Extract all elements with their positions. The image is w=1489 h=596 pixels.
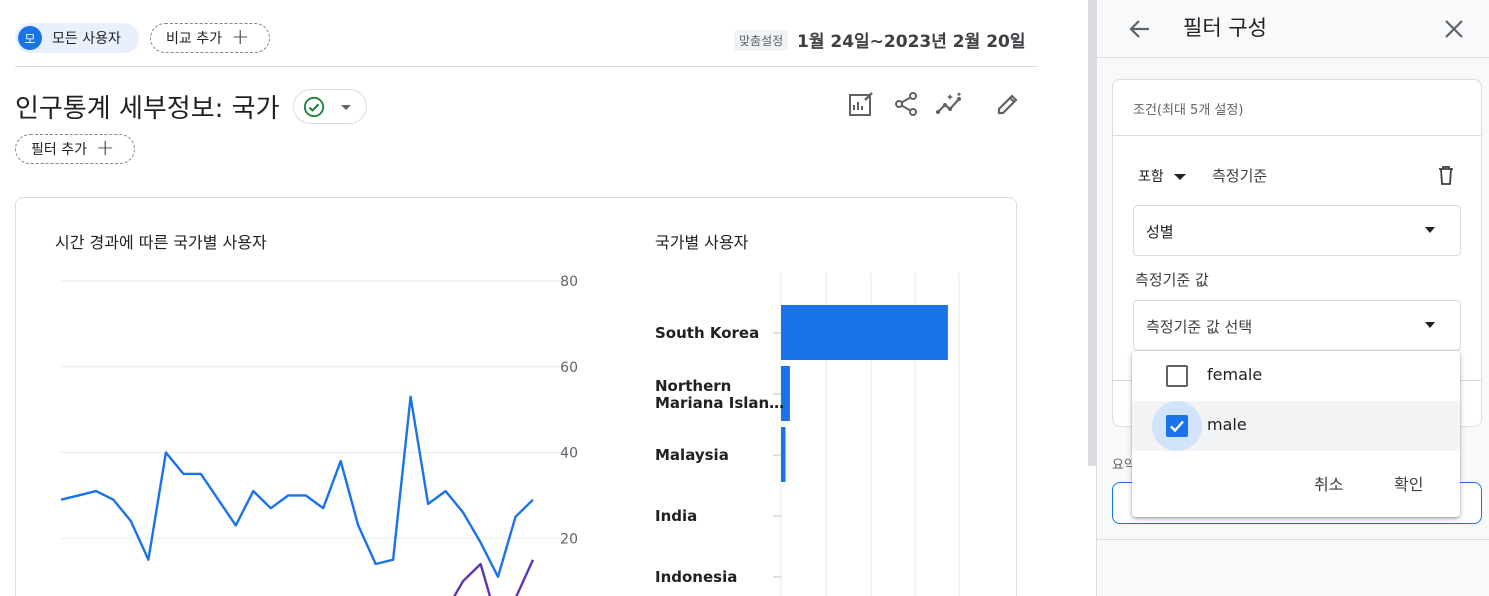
check-icon: [1170, 420, 1184, 433]
chevron-down-icon[interactable]: [1174, 174, 1186, 180]
panel-title: 필터 구성: [1183, 16, 1267, 40]
bar-category-label: Northern Mariana Islan…: [655, 377, 784, 412]
option-female[interactable]: female: [1132, 351, 1460, 401]
confirm-button[interactable]: 확인: [1394, 471, 1423, 495]
bar-category-label: Malaysia: [655, 446, 729, 464]
bar-2: [781, 427, 786, 482]
dimension-value-placeholder: 측정기준 값 선택: [1146, 318, 1253, 336]
insights-icon[interactable]: [936, 90, 964, 118]
report-area: 모 모든 사용자 비교 추가 + 맞춤설정 1월 24일~2023년 2월 20…: [0, 0, 1088, 596]
scrollbar[interactable]: [1088, 0, 1096, 466]
y-tick-label: 20: [560, 531, 578, 547]
chevron-down-icon: [341, 105, 351, 110]
add-comparison-button[interactable]: 비교 추가 +: [150, 23, 270, 53]
dimension-value-select[interactable]: 측정기준 값 선택: [1133, 300, 1461, 351]
report-status-dropdown[interactable]: [293, 89, 367, 124]
add-filter-label: 필터 추가: [31, 142, 87, 158]
chart-card: 시간 경과에 따른 국가별 사용자 국가별 사용자 80 60 40 20 South …: [15, 197, 1017, 596]
add-comparison-label: 비교 추가: [166, 31, 222, 47]
all-users-label: 모든 사용자: [52, 31, 121, 47]
condition-header: 조건(최대 5개 설정): [1133, 103, 1244, 118]
divider: [1097, 539, 1489, 540]
y-tick-label: 40: [560, 446, 578, 462]
series-line-0: [60, 395, 534, 578]
bar-0: [781, 305, 948, 360]
bar-category-label: South Korea: [655, 324, 759, 342]
add-filter-button[interactable]: 필터 추가 +: [15, 134, 135, 164]
y-tick-label: 60: [560, 360, 578, 376]
y-tick-label: 80: [560, 274, 578, 290]
option-male[interactable]: male: [1132, 401, 1460, 451]
share-icon[interactable]: [892, 90, 920, 118]
divider: [15, 66, 1038, 67]
include-select[interactable]: 포함: [1138, 166, 1164, 186]
checkbox-female[interactable]: [1166, 365, 1188, 387]
chevron-down-icon: [1425, 322, 1435, 328]
plus-icon: +: [230, 25, 250, 50]
charts-canvas: 80 60 40 20 South Korea Northern Mariana Islan…: [60, 273, 960, 596]
dimension-label: 측정기준: [1212, 167, 1268, 185]
customize-report-icon[interactable]: [847, 90, 875, 118]
plus-icon: +: [95, 136, 115, 161]
chevron-down-icon[interactable]: [1010, 37, 1020, 42]
chevron-down-icon: [1425, 227, 1435, 233]
date-preset-tag: 맞춤설정: [734, 30, 789, 51]
divider: [1113, 135, 1481, 136]
value-dropdown-menu: female male 취소 확인: [1132, 351, 1460, 517]
dimension-select[interactable]: 성별: [1133, 205, 1461, 256]
date-range-picker[interactable]: 1월 24일~2023년 2월 20일: [797, 27, 1026, 52]
arrow-back-icon[interactable]: [1127, 16, 1153, 42]
bar-category-label: India: [655, 507, 697, 525]
option-label: female: [1207, 365, 1263, 384]
checkbox-male[interactable]: [1166, 415, 1188, 437]
series-line-1: [453, 559, 535, 596]
bar-category-label: Indonesia: [655, 568, 737, 586]
dimension-value: 성별: [1146, 223, 1174, 241]
page-title: 인구통계 세부정보: 국가: [15, 94, 280, 124]
delete-icon[interactable]: [1435, 164, 1457, 186]
user-avatar: 모: [18, 26, 42, 50]
option-label: male: [1207, 415, 1247, 434]
cancel-button[interactable]: 취소: [1314, 471, 1343, 495]
check-circle-icon: [303, 96, 325, 118]
dimension-value-label: 측정기준 값: [1135, 271, 1209, 289]
panel-header: 필터 구성: [1097, 0, 1489, 58]
close-icon[interactable]: [1441, 16, 1467, 42]
all-users-chip[interactable]: 모 모든 사용자: [15, 23, 139, 53]
edit-icon[interactable]: [994, 90, 1022, 118]
